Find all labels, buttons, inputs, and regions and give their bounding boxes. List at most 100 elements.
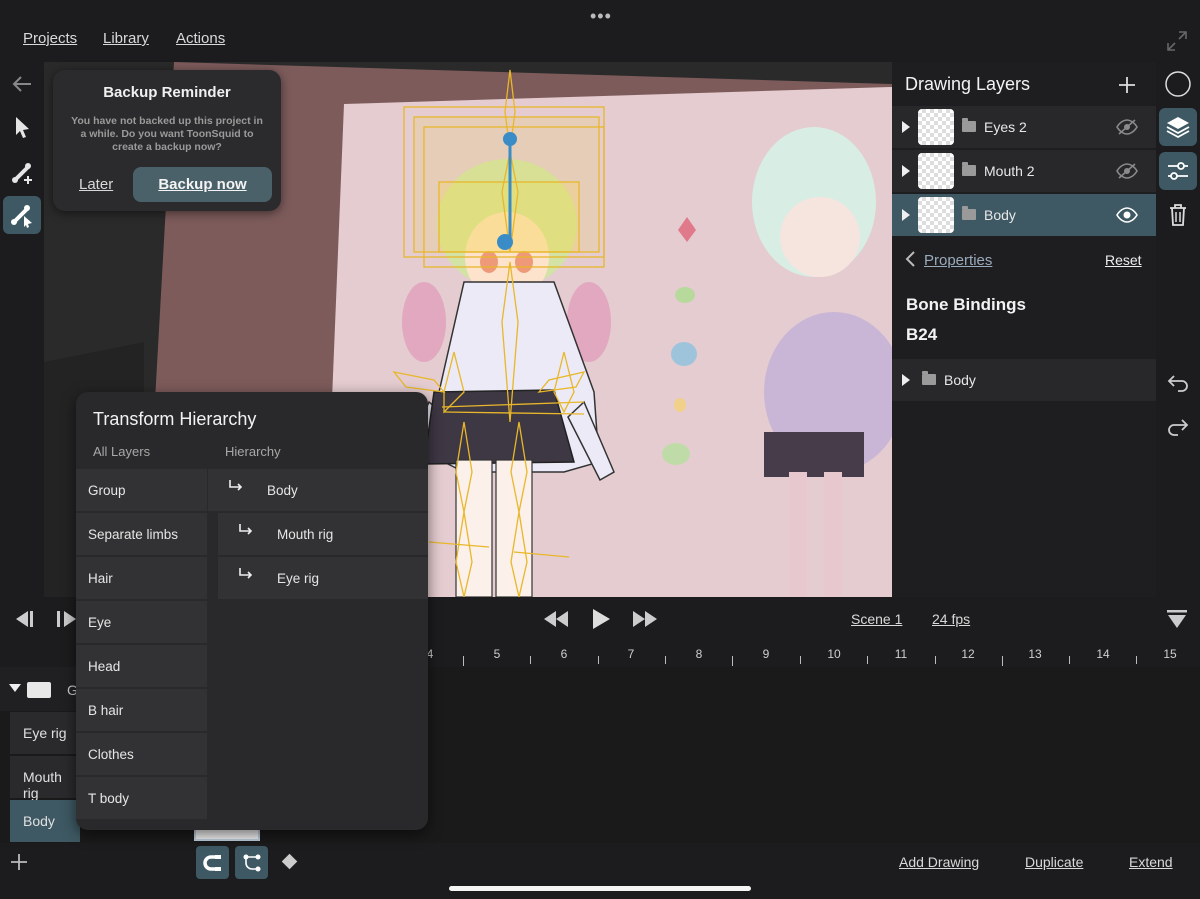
hierarchy-item[interactable]: Eye rig: [218, 557, 428, 599]
top-bar: ••• Projects Library Actions: [0, 0, 1200, 62]
ruler-tick: 8: [695, 647, 703, 661]
hidden-eye-icon[interactable]: [1116, 118, 1138, 136]
expand-icon[interactable]: [902, 165, 910, 177]
ruler-tick: 5: [493, 647, 501, 661]
fullscreen-icon[interactable]: [1166, 30, 1188, 52]
expand-icon[interactable]: [902, 209, 910, 221]
menu-projects[interactable]: Projects: [23, 30, 77, 47]
all-layers-item[interactable]: T body: [76, 777, 207, 819]
tick-mark: [1069, 656, 1070, 664]
window-grabber-icon[interactable]: •••: [590, 6, 612, 27]
all-layers-item[interactable]: Hair: [76, 557, 207, 599]
tick-mark: [530, 656, 531, 664]
select-tool-icon[interactable]: [3, 108, 41, 146]
layer-row[interactable]: Mouth 2: [892, 150, 1156, 192]
chevron-left-icon[interactable]: [904, 250, 916, 268]
home-indicator[interactable]: [449, 886, 751, 891]
layer-thumbnail: [918, 153, 954, 189]
rewind-icon[interactable]: [543, 610, 569, 628]
ruler-tick: 10: [827, 647, 841, 661]
backup-title: Backup Reminder: [103, 84, 231, 101]
later-button[interactable]: Later: [79, 176, 113, 193]
hidden-eye-icon[interactable]: [1116, 162, 1138, 180]
all-layers-item[interactable]: Group: [76, 469, 207, 511]
group-track-header[interactable]: G: [0, 667, 80, 711]
path-nodes-icon[interactable]: [235, 846, 268, 879]
ruler-tick: 6: [560, 647, 568, 661]
scene-selector[interactable]: Scene 1: [851, 611, 902, 627]
backup-now-button[interactable]: Backup now: [133, 167, 272, 202]
ruler-tick: 9: [762, 647, 770, 661]
expand-icon[interactable]: [902, 121, 910, 133]
layer-row-selected[interactable]: Body: [892, 194, 1156, 236]
all-layers-header: All Layers: [93, 444, 151, 459]
add-layer-icon[interactable]: [1118, 76, 1136, 94]
left-toolbar: [0, 62, 44, 597]
right-toolbar: [1156, 62, 1200, 597]
properties-back-link[interactable]: Properties: [924, 252, 992, 269]
all-layers-item[interactable]: Eye: [76, 601, 207, 643]
trash-icon[interactable]: [1159, 196, 1197, 234]
expand-icon[interactable]: [902, 374, 910, 386]
child-arrow-icon: [229, 480, 243, 491]
hierarchy-item[interactable]: Mouth rig: [218, 513, 428, 555]
keyframe-diamond-icon[interactable]: [281, 853, 298, 870]
all-layers-item[interactable]: Head: [76, 645, 207, 687]
ruler-tick: 7: [627, 647, 635, 661]
ruler-tick: 13: [1028, 647, 1042, 661]
drawing-layers-panel: Drawing Layers Eyes 2 Mouth 2 Body Prope…: [892, 62, 1156, 597]
bone-select-tool-icon[interactable]: [3, 196, 41, 234]
hierarchy-item[interactable]: Body: [208, 469, 428, 511]
duplicate-button[interactable]: Duplicate: [1025, 854, 1083, 870]
tick-mark: [867, 656, 868, 664]
all-layers-item[interactable]: B hair: [76, 689, 207, 731]
hierarchy-header: Hierarchy: [225, 444, 281, 459]
ruler-tick: 12: [961, 647, 975, 661]
track-eye-rig[interactable]: Eye rig: [10, 712, 80, 754]
tick-mark: [1136, 656, 1137, 664]
undo-icon[interactable]: [1159, 364, 1197, 402]
collapse-icon[interactable]: [9, 684, 21, 692]
track-body[interactable]: Body: [10, 800, 80, 842]
layers-icon[interactable]: [1159, 108, 1197, 146]
adjustments-icon[interactable]: [1159, 152, 1197, 190]
transform-hierarchy-popover: Transform Hierarchy All Layers Hierarchy…: [76, 392, 428, 830]
tick-mark: [665, 656, 666, 664]
magnet-icon[interactable]: [196, 846, 229, 879]
hierarchy-label: Eye rig: [277, 571, 320, 586]
redo-icon[interactable]: [1159, 408, 1197, 446]
tick-mark: [463, 656, 464, 666]
tick-mark: [1002, 656, 1003, 666]
add-bone-icon[interactable]: [3, 154, 41, 192]
hierarchy-label: Mouth rig: [277, 527, 334, 542]
play-icon[interactable]: [591, 608, 611, 630]
hierarchy-label: Body: [267, 483, 298, 498]
extend-button[interactable]: Extend: [1129, 854, 1173, 870]
menu-library[interactable]: Library: [103, 30, 149, 47]
reset-button[interactable]: Reset: [1105, 252, 1142, 268]
binding-row[interactable]: Body: [892, 359, 1156, 401]
child-arrow-icon: [239, 568, 253, 579]
folder-icon: [962, 118, 976, 132]
layer-name: Body: [984, 207, 1016, 223]
tick-mark: [732, 656, 733, 666]
back-arrow-icon[interactable]: [3, 65, 41, 103]
folder-icon: [922, 371, 936, 385]
color-circle-icon[interactable]: [1159, 65, 1197, 103]
eye-icon[interactable]: [1116, 206, 1138, 224]
layer-name: Eyes 2: [984, 119, 1027, 135]
menu-actions[interactable]: Actions: [176, 30, 225, 47]
track-mouth-rig[interactable]: Mouth rig: [10, 756, 80, 801]
fps-selector[interactable]: 24 fps: [932, 611, 970, 627]
add-track-icon[interactable]: [10, 853, 28, 871]
backup-message: You have not backed up this project in a…: [71, 115, 263, 153]
collapse-timeline-icon[interactable]: [1166, 608, 1188, 630]
all-layers-item[interactable]: Separate limbs: [76, 513, 207, 555]
child-arrow-icon: [239, 524, 253, 535]
all-layers-item[interactable]: Clothes: [76, 733, 207, 775]
layer-row[interactable]: Eyes 2: [892, 106, 1156, 148]
fast-forward-icon[interactable]: [632, 610, 658, 628]
skip-start-icon[interactable]: [10, 609, 34, 629]
add-drawing-button[interactable]: Add Drawing: [899, 854, 979, 870]
ruler-tick: 15: [1163, 647, 1177, 661]
